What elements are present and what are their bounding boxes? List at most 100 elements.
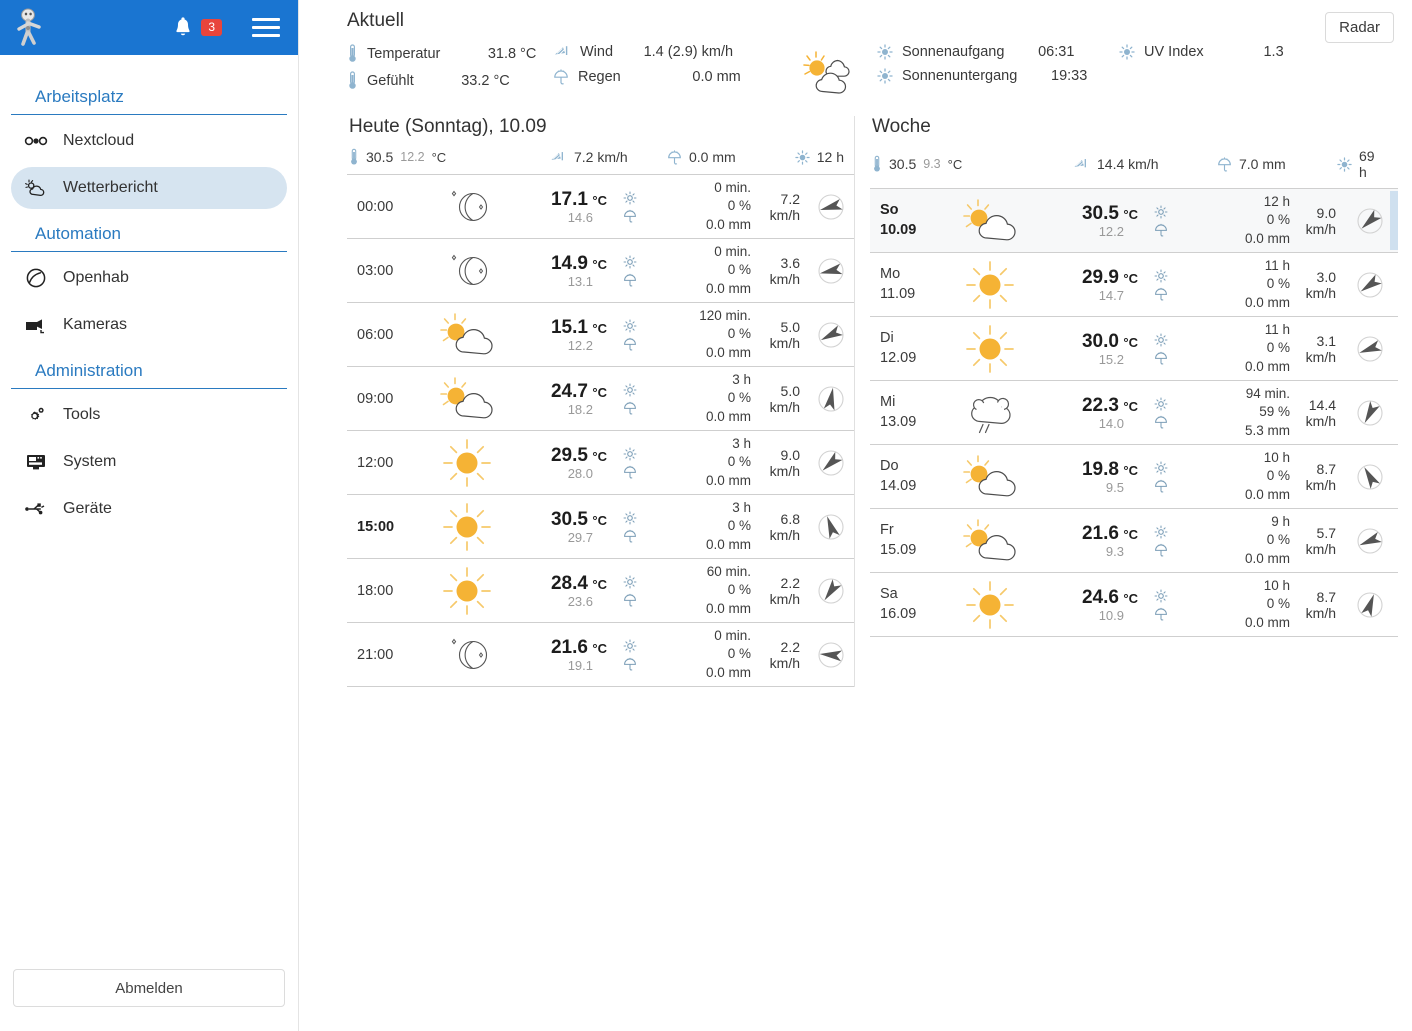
forecast-wind-direction (808, 192, 854, 222)
forecast-temperature: 15.1 °C 12.2 (513, 317, 609, 353)
condition-icon (421, 565, 513, 617)
sunshine-icon (623, 511, 637, 525)
rain-probability: 0 % (1266, 596, 1290, 612)
sidebar-section-title: Arbeitsplatz (11, 77, 287, 115)
wind-direction-icon (1357, 463, 1383, 490)
temp-unit: °C (592, 192, 607, 208)
forecast-day: Sa 16.09 (870, 585, 944, 623)
rain-icon (1154, 222, 1168, 238)
forecast-day: Di 12.09 (870, 329, 944, 367)
forecast-wind-direction (1342, 462, 1398, 492)
sunshine-value: 120 min. (699, 308, 751, 324)
wind-icon (549, 150, 567, 165)
hour-row[interactable]: 06:00 15.1 °C 12.2 120 min. 0 % 0.0 mm 5… (347, 303, 854, 367)
forecast-wind-direction (808, 448, 854, 478)
bell-icon[interactable] (173, 16, 193, 39)
logout-button[interactable]: Abmelden (13, 969, 285, 1007)
moon-icon (451, 190, 488, 221)
temp-unit: °C (592, 256, 607, 272)
notifications[interactable]: 3 (173, 16, 222, 39)
week-row[interactable]: So 10.09 30.5 °C 12.2 12 h 0 % 0.0 mm 9.… (870, 189, 1398, 253)
temp-value: 17.1 (550, 188, 588, 210)
thermometer-icon (347, 44, 358, 63)
sunshine-value: 0 min. (714, 244, 751, 260)
today-hourly-rows: 00:00 17.1 °C 14.6 0 min. 0 % 0.0 mm 7.2… (347, 175, 854, 687)
sidebar-item-system[interactable]: System (11, 441, 287, 483)
umbrella-icon (1217, 156, 1232, 173)
rain-icon (623, 400, 637, 416)
sidebar-item-openhab[interactable]: Openhab (11, 257, 287, 299)
rain-amount: 0.0 mm (705, 472, 751, 488)
hour-row[interactable]: 00:00 17.1 °C 14.6 0 min. 0 % 0.0 mm 7.2… (347, 175, 854, 239)
rain-amount: 0.0 mm (1244, 486, 1290, 502)
hour-row[interactable]: 18:00 28.4 °C 23.6 60 min. 0 % 0.0 mm 2.… (347, 559, 854, 623)
partly-cloudy-icon (963, 518, 1016, 560)
wind-direction-icon (818, 449, 844, 476)
forecast-wind-direction (1342, 526, 1398, 556)
rain-amount: 0.0 mm (705, 408, 751, 424)
hour-row[interactable]: 09:00 24.7 °C 18.2 3 h 0 % 0.0 mm 5.0 km… (347, 367, 854, 431)
rain-probability: 0 % (727, 454, 751, 470)
forecast-wind-direction (808, 384, 854, 414)
forecast-temperature: 30.5 °C 29.7 (513, 509, 609, 545)
rain-icon (623, 528, 637, 544)
forecast-time: 06:00 (357, 326, 394, 343)
temp-unit: °C (592, 384, 607, 400)
week-row[interactable]: Sa 16.09 24.6 °C 10.9 10 h 0 % 0.0 mm 8.… (870, 573, 1398, 637)
current-row-wind: Wind 1.4 (2.9) km/h (553, 44, 785, 60)
week-panel: Woche 30.5 9.3 °C 14.4 km/h 7.0 mm 69 h … (855, 116, 1398, 687)
current-row-gefuehlt: Gefühlt 33.2 °C (347, 71, 553, 90)
forecast-precipitation: 11 h 0 % 0.0 mm (1140, 321, 1290, 376)
partly-cloudy-icon (963, 454, 1016, 496)
rain-amount: 0.0 mm (1244, 550, 1290, 566)
hour-row[interactable]: 12:00 29.5 °C 28.0 3 h 0 % 0.0 mm 9.0 km… (347, 431, 854, 495)
radar-button[interactable]: Radar (1325, 12, 1394, 43)
sidebar-item-tools[interactable]: Tools (11, 394, 287, 436)
week-row[interactable]: Mi 13.09 22.3 °C 14.0 94 min. 59 % 5.3 m… (870, 381, 1398, 445)
sidebar-item-geraete[interactable]: Geräte (11, 488, 287, 530)
sidebar-item-label: Geräte (63, 500, 112, 517)
sidebar-item-nextcloud[interactable]: Nextcloud (11, 120, 287, 162)
week-summary-wind: 14.4 km/h (1072, 156, 1217, 172)
wind-direction-icon (818, 321, 844, 348)
day-date: 13.09 (880, 413, 917, 430)
day-name: Fr (880, 522, 894, 539)
hour-row[interactable]: 15:00 30.5 °C 29.7 3 h 0 % 0.0 mm 6.8 km… (347, 495, 854, 559)
sidebar: 3 Arbeitsplatz Nextcloud Wetterbericht A… (0, 0, 299, 1031)
week-row[interactable]: Fr 15.09 21.6 °C 9.3 9 h 0 % 0.0 mm 5.7 … (870, 509, 1398, 573)
monitor-icon (23, 452, 49, 472)
day-date: 14.09 (880, 477, 917, 494)
week-row[interactable]: Mo 11.09 29.9 °C 14.7 11 h 0 % 0.0 mm 3.… (870, 253, 1398, 317)
weather-icon (23, 178, 49, 198)
temp-unit: °C (1123, 398, 1138, 414)
menu-toggle-icon[interactable] (252, 18, 280, 37)
current-row-regen: Regen 0.0 mm (553, 68, 785, 86)
forecast-precipitation: 120 min. 0 % 0.0 mm (609, 307, 751, 362)
temp-unit: °C (1123, 462, 1138, 478)
main-content: Radar Aktuell Temperatur 31.8 °C Gefühlt… (299, 0, 1412, 1031)
forecast-temperature: 17.1 °C 14.6 (513, 189, 609, 225)
week-row[interactable]: Do 14.09 19.8 °C 9.5 10 h 0 % 0.0 mm 8.7… (870, 445, 1398, 509)
sidebar-item-label: Wetterbericht (63, 179, 158, 196)
partly-cloudy-icon (440, 312, 493, 354)
current-label: Sonnenuntergang (902, 68, 1018, 84)
rain-probability: 0 % (727, 198, 751, 214)
week-row[interactable]: Di 12.09 30.0 °C 15.2 11 h 0 % 0.0 mm 3.… (870, 317, 1398, 381)
hour-row[interactable]: 03:00 14.9 °C 13.1 0 min. 0 % 0.0 mm 3.6… (347, 239, 854, 303)
sunshine-value: 60 min. (706, 564, 751, 580)
sunshine-icon (623, 447, 637, 461)
condition-icon (421, 247, 513, 295)
sidebar-item-wetterbericht[interactable]: Wetterbericht (11, 167, 287, 209)
scrollbar-thumb[interactable] (1390, 191, 1398, 250)
avatar[interactable] (10, 7, 50, 49)
sunshine-icon (1154, 269, 1168, 283)
hour-row[interactable]: 21:00 21.6 °C 19.1 0 min. 0 % 0.0 mm 2.2… (347, 623, 854, 687)
temp-value: 19.8 (1081, 458, 1119, 480)
temp-value: 30.5 (1081, 202, 1119, 224)
sunshine-icon (1154, 525, 1168, 539)
temp-value: 29.9 (1081, 266, 1119, 288)
rain-icon (623, 656, 637, 672)
umbrella-icon (553, 68, 569, 86)
sidebar-item-kameras[interactable]: Kameras (11, 304, 287, 346)
forecast-wind-speed: 3.0 km/h (1305, 268, 1336, 301)
